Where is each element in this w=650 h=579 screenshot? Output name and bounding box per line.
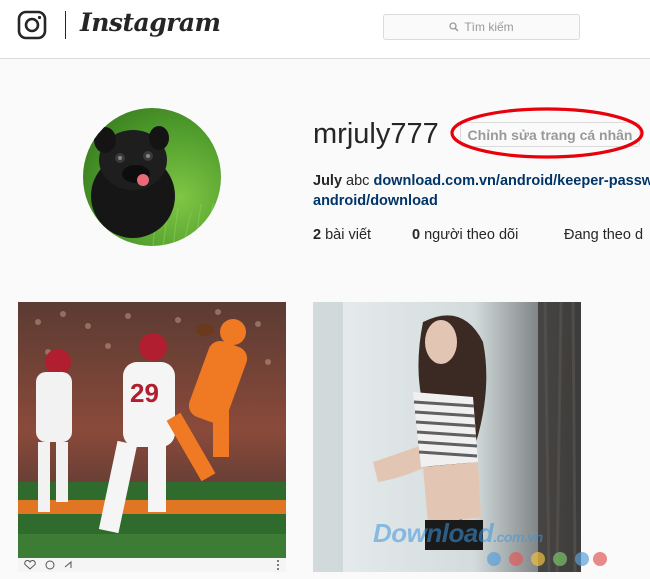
football-photo: 29 <box>18 302 286 558</box>
followers-label: người theo dõi <box>424 227 519 243</box>
instagram-camera-icon[interactable] <box>17 10 47 40</box>
edit-profile-button[interactable]: Chỉnh sửa trang cá nhân <box>460 122 640 147</box>
instagram-wordmark[interactable]: Instagram <box>80 8 221 37</box>
following-stat[interactable]: Đang theo d <box>564 227 643 243</box>
followers-count: 0 <box>412 227 421 243</box>
logo-divider <box>65 11 66 39</box>
post-thumbnail-football[interactable]: 29 <box>18 302 286 572</box>
svg-text:29: 29 <box>130 378 159 408</box>
followers-stat[interactable]: 0 người theo dõi <box>412 227 518 243</box>
posts-stat: 2 bài viết <box>313 227 371 243</box>
search-input[interactable]: Tìm kiếm <box>383 14 580 40</box>
bio-link-line2[interactable]: android/download <box>313 193 438 209</box>
search-icon <box>449 22 459 32</box>
download-watermark: Download.com.vn <box>373 518 543 549</box>
profile-bio: July abc download.com.vn/android/keeper-… <box>313 171 650 211</box>
profile-username: mrjuly777 <box>313 118 439 150</box>
watermark-text: Download <box>373 518 494 548</box>
following-label: Đang theo d <box>564 227 644 243</box>
bio-text: abc <box>346 173 370 189</box>
search-placeholder: Tìm kiếm <box>464 20 514 34</box>
watermark-suffix: .com.vn <box>493 529 543 545</box>
posts-label: bài viết <box>325 227 372 243</box>
top-navigation-bar: Instagram Tìm kiếm <box>0 0 650 59</box>
bio-link-line1[interactable]: download.com.vn/android/keeper-passw <box>373 173 650 189</box>
bio-name: July <box>313 173 343 189</box>
post-actions-bar <box>18 558 286 572</box>
pug-avatar-image <box>91 126 214 246</box>
post-action-icons <box>24 560 279 570</box>
watermark-dots <box>487 552 607 566</box>
posts-count: 2 <box>313 227 322 243</box>
profile-avatar[interactable] <box>83 108 221 246</box>
